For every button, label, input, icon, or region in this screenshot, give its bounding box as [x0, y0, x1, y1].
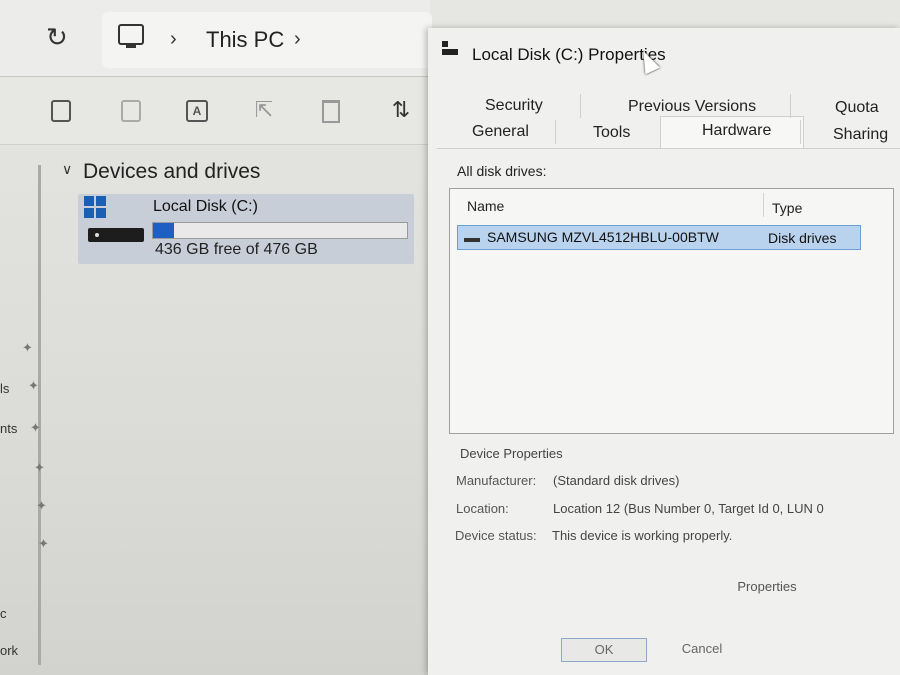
row-device-type: Disk drives — [768, 230, 837, 246]
tab-security[interactable]: Security — [485, 97, 543, 115]
chevron-down-icon[interactable]: ∨ — [62, 161, 72, 178]
tab-separator — [800, 120, 801, 144]
apply-button[interactable] — [758, 638, 842, 660]
navigation-pane — [0, 145, 40, 675]
nav-item-fragment[interactable]: c — [0, 606, 7, 621]
nav-item-fragment[interactable]: ork — [0, 643, 18, 658]
pin-icon: ✦ — [30, 420, 41, 435]
device-status-label: Device status: — [455, 528, 537, 543]
pin-icon: ✦ — [36, 498, 47, 513]
tab-separator — [580, 94, 581, 118]
pin-icon: ✦ — [28, 378, 39, 393]
refresh-icon[interactable]: ↻ — [46, 22, 68, 53]
drive-icon — [88, 228, 144, 242]
manufacturer-label: Manufacturer: — [456, 473, 537, 488]
delete-icon[interactable] — [320, 98, 342, 123]
disk-icon — [464, 238, 480, 242]
cancel-button[interactable]: Cancel — [660, 638, 744, 660]
drive-icon — [441, 41, 459, 57]
nav-item-fragment[interactable]: nts — [0, 421, 17, 436]
tab-quota[interactable]: Quota — [835, 99, 879, 117]
tab-separator — [790, 94, 791, 118]
section-title[interactable]: Devices and drives — [83, 160, 260, 184]
pin-icon: ✦ — [22, 340, 33, 355]
sort-icon[interactable]: ⇅ — [390, 98, 412, 122]
tab-strip-border — [437, 148, 900, 149]
manufacturer-value: (Standard disk drives) — [553, 473, 680, 488]
device-status-value: This device is working properly. — [552, 528, 733, 543]
nav-item-fragment[interactable]: ls — [0, 381, 9, 396]
drive-free-space: 436 GB free of 476 GB — [155, 241, 318, 258]
tab-separator — [555, 120, 556, 144]
location-label: Location: — [456, 501, 509, 516]
tab-hardware[interactable]: Hardware — [702, 122, 771, 140]
paste-icon[interactable] — [120, 98, 142, 122]
drive-usage-bar — [152, 222, 408, 239]
ok-button[interactable]: OK — [561, 638, 647, 662]
nav-divider — [38, 165, 41, 665]
drive-name: Local Disk (C:) — [153, 198, 258, 215]
chevron-right-icon[interactable]: › — [170, 28, 177, 51]
tab-previous-versions[interactable]: Previous Versions — [628, 98, 756, 116]
share-icon[interactable]: ⇱ — [253, 98, 275, 122]
pin-icon: ✦ — [34, 460, 45, 475]
column-separator[interactable] — [763, 193, 764, 217]
location-value: Location 12 (Bus Number 0, Target Id 0, … — [553, 501, 824, 516]
column-header-type[interactable]: Type — [772, 200, 802, 216]
this-pc-icon — [118, 24, 144, 48]
chevron-right-icon[interactable]: › — [294, 28, 301, 51]
row-device-name: SAMSUNG MZVL4512HBLU-00BTW — [487, 229, 719, 245]
pin-icon: ✦ — [38, 536, 49, 551]
tab-sharing[interactable]: Sharing — [833, 126, 888, 144]
device-properties-heading: Device Properties — [460, 446, 563, 461]
breadcrumb-this-pc[interactable]: This PC — [206, 27, 284, 53]
copy-icon[interactable] — [50, 98, 72, 122]
rename-icon[interactable]: A — [186, 98, 208, 122]
all-disk-drives-label: All disk drives: — [457, 163, 547, 179]
tab-general[interactable]: General — [472, 123, 529, 141]
windows-logo-icon — [84, 196, 108, 220]
properties-button[interactable]: Properties — [724, 575, 810, 599]
tab-tools[interactable]: Tools — [593, 124, 630, 142]
drive-usage-fill — [153, 223, 175, 238]
column-header-name[interactable]: Name — [467, 198, 504, 214]
